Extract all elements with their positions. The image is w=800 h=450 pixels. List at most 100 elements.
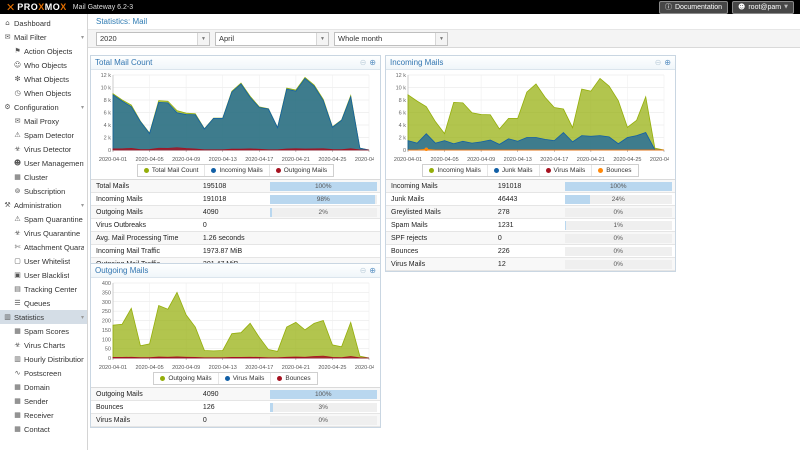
table-row[interactable]: Greylisted Mails2780% [386, 206, 675, 219]
chevron-down-icon[interactable]: ▼ [316, 33, 328, 45]
svg-text:2020-04-01: 2020-04-01 [99, 157, 127, 163]
svg-text:2020-04-25: 2020-04-25 [613, 157, 641, 163]
panel-expand-icon[interactable]: ⊕ [369, 59, 376, 67]
sidebar-item-receiver[interactable]: ▦Receiver [0, 408, 87, 422]
table-row[interactable]: Bounces1263% [91, 401, 380, 414]
table-row[interactable]: Virus Mails00% [91, 414, 380, 427]
sidebar-item-user-blacklist[interactable]: ▣User Blacklist [0, 268, 87, 282]
chevron-down-icon[interactable]: ▾ [81, 314, 84, 321]
year-select[interactable]: 2020 ▼ [96, 32, 210, 46]
sidebar-item-virus-quarantine[interactable]: ☣Virus Quarantine [0, 226, 87, 240]
range-select[interactable]: Whole month ▼ [334, 32, 448, 46]
legend-item-virus-mails[interactable]: Virus Mails [218, 373, 271, 384]
table-row[interactable]: Incoming Mail Traffic1973.87 MiB [91, 245, 380, 258]
sidebar-item-attachment-quarantine[interactable]: ✄Attachment Quarantine [0, 240, 87, 254]
table-row[interactable]: Outgoing Mails4090100% [91, 388, 380, 401]
legend-item-junk-mails[interactable]: Junk Mails [487, 165, 539, 176]
sidebar-item-spam-quarantine[interactable]: ⚠Spam Quarantine [0, 212, 87, 226]
panel-expand-icon[interactable]: ⊕ [369, 267, 376, 275]
sidebar-item-queues[interactable]: ☰Queues [0, 296, 87, 310]
sidebar-item-mail-proxy[interactable]: ✉Mail Proxy [0, 114, 87, 128]
table-row[interactable]: Total Mails195108100% [91, 180, 380, 193]
legend-item-outgoing-mails[interactable]: Outgoing Mails [269, 165, 333, 176]
sidebar-item-dashboard[interactable]: ⌂Dashboard [0, 16, 87, 30]
sidebar-item-administration[interactable]: ⚒Administration▾ [0, 198, 87, 212]
chevron-down-icon[interactable]: ▾ [81, 104, 84, 111]
sidebar-item-postscreen[interactable]: ∿Postscreen [0, 366, 87, 380]
sidebar-item-what-objects[interactable]: ❇What Objects [0, 72, 87, 86]
table-row[interactable]: Avg. Mail Processing Time1.26 seconds [91, 232, 380, 245]
sidebar-nav: ⌂Dashboard✉Mail Filter▾⚑Action Objects☺W… [0, 14, 88, 450]
chevron-down-icon[interactable]: ▼ [435, 33, 447, 45]
panel-collapse-icon[interactable]: ⊖ [360, 267, 367, 275]
legend-item-incoming-mails[interactable]: Incoming Mails [423, 165, 486, 176]
table-row[interactable]: Virus Mails120% [386, 258, 675, 271]
sidebar-item-tracking-center[interactable]: ▤Tracking Center [0, 282, 87, 296]
chart-legend: Incoming MailsJunk Mails Virus Mails Bounc… [386, 164, 675, 177]
table-row[interactable]: Incoming Mails19101898% [91, 193, 380, 206]
table-row[interactable]: Virus Outbreaks0 [91, 219, 380, 232]
sidebar-item-label: Virus Quarantine [24, 229, 80, 238]
table-row[interactable]: Bounces2260% [386, 245, 675, 258]
svg-text:0: 0 [403, 148, 406, 154]
svg-text:2020-04-01: 2020-04-01 [394, 157, 422, 163]
sidebar-item-who-objects[interactable]: ☺Who Objects [0, 58, 87, 72]
sidebar-item-sender[interactable]: ▦Sender [0, 394, 87, 408]
sidebar-item-subscription[interactable]: ⊚Subscription [0, 184, 87, 198]
sidebar-item-spam-detector[interactable]: ⚠Spam Detector [0, 128, 87, 142]
legend-item-outgoing-mails[interactable]: Outgoing Mails [154, 373, 217, 384]
legend-item-total-mail-count[interactable]: Total Mail Count [138, 165, 205, 176]
area-incoming-mails [113, 78, 369, 150]
user-menu-button[interactable]: ☻ root@pam ▼ [732, 1, 794, 14]
legend-label: Virus Mails [554, 167, 586, 174]
legend-item-bounces[interactable]: Bounces [270, 373, 316, 384]
sidebar-item-action-objects[interactable]: ⚑Action Objects [0, 44, 87, 58]
chevron-down-icon[interactable]: ▾ [81, 202, 84, 209]
table-row[interactable]: Incoming Mails191018100% [386, 180, 675, 193]
percent-text: 0% [565, 208, 673, 217]
chevron-down-icon[interactable]: ▼ [197, 33, 209, 45]
svg-text:2020-04-05: 2020-04-05 [431, 157, 459, 163]
bug-icon: ☣ [13, 341, 22, 349]
panel-collapse-icon[interactable]: ⊖ [655, 59, 662, 67]
sidebar-item-user-whitelist[interactable]: ▢User Whitelist [0, 254, 87, 268]
panel-collapse-icon[interactable]: ⊖ [360, 59, 367, 67]
panel-expand-icon[interactable]: ⊕ [664, 59, 671, 67]
svg-text:2020-04-17: 2020-04-17 [245, 157, 273, 163]
table-row[interactable]: Junk Mails4644324% [386, 193, 675, 206]
sidebar-item-mail-filter[interactable]: ✉Mail Filter▾ [0, 30, 87, 44]
legend-item-bounces[interactable]: Bounces [591, 165, 637, 176]
file-icon: ▢ [13, 257, 22, 265]
table-row[interactable]: Spam Mails12311% [386, 219, 675, 232]
sidebar-item-hourly-distribution[interactable]: ▥Hourly Distribution [0, 352, 87, 366]
legend-box: Outgoing MailsVirus MailsBounces [153, 372, 317, 385]
row-label: Bounces [91, 404, 203, 411]
sidebar-item-configuration[interactable]: ⚙Configuration▾ [0, 100, 87, 114]
chart-canvas: 02 k4 k6 k8 k10 k12 k2020-04-012020-04-0… [93, 71, 374, 163]
documentation-button[interactable]: ⓘ Documentation [659, 1, 728, 14]
legend-item-virus-mails[interactable]: Virus Mails [539, 165, 592, 176]
envelope-icon: ✉ [3, 33, 12, 41]
gauge-icon: ⌂ [3, 19, 12, 27]
sidebar-item-label: Statistics [14, 313, 44, 322]
sidebar-item-when-objects[interactable]: ◷When Objects [0, 86, 87, 100]
row-value: 191018 [203, 196, 267, 203]
sidebar-item-cluster[interactable]: ▦Cluster [0, 170, 87, 184]
sidebar-item-virus-detector[interactable]: ☣Virus Detector [0, 142, 87, 156]
sidebar-item-contact[interactable]: ▦Contact [0, 422, 87, 436]
bar-chart-icon: ▥ [3, 313, 12, 321]
sidebar-item-statistics[interactable]: ▥Statistics ▾ [0, 310, 87, 324]
bar-chart-icon: ▥ [13, 355, 22, 363]
svg-text:8 k: 8 k [104, 98, 112, 104]
sidebar-item-domain[interactable]: ▦Domain [0, 380, 87, 394]
sidebar-item-user-management[interactable]: ☻User Management [0, 156, 87, 170]
svg-text:2 k: 2 k [399, 136, 407, 142]
legend-item-incoming-mails[interactable]: Incoming Mails [204, 165, 268, 176]
row-percent-bar: 0% [565, 234, 673, 243]
table-row[interactable]: SPF rejects00% [386, 232, 675, 245]
month-select[interactable]: April ▼ [215, 32, 329, 46]
sidebar-item-spam-scores[interactable]: ▦Spam Scores [0, 324, 87, 338]
sidebar-item-virus-charts[interactable]: ☣Virus Charts [0, 338, 87, 352]
chevron-down-icon[interactable]: ▾ [81, 34, 84, 41]
table-row[interactable]: Outgoing Mails40902% [91, 206, 380, 219]
